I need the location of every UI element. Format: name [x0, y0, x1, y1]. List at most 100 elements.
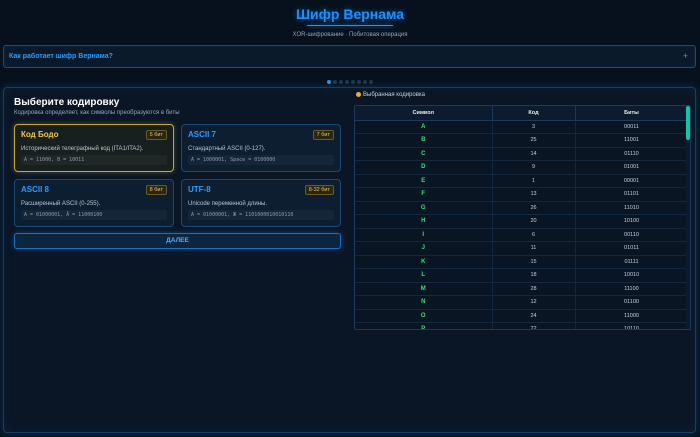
- step-dot[interactable]: [351, 80, 355, 84]
- bits-cell: 01011: [575, 241, 689, 256]
- symbol-cell: A: [355, 120, 493, 134]
- next-button[interactable]: ДАЛЕЕ: [14, 233, 341, 249]
- column-header-bits: Биты: [575, 106, 689, 121]
- symbol-cell: K: [355, 255, 493, 269]
- step-dot[interactable]: [339, 80, 343, 84]
- plus-icon[interactable]: +: [683, 51, 688, 61]
- card-example: A = 01000001, Ж = 1101000010010110: [188, 210, 334, 220]
- step-dot[interactable]: [369, 80, 373, 84]
- code-cell: 24: [492, 309, 576, 323]
- code-cell: 13: [492, 187, 576, 202]
- bits-cell: 01111: [575, 255, 689, 269]
- code-cell: 22: [492, 322, 576, 329]
- symbol-cell: E: [355, 174, 493, 188]
- bits-cell: 00011: [575, 120, 689, 134]
- code-cell: 14: [492, 147, 576, 161]
- bit-badge: 7 бит: [312, 130, 334, 140]
- encoding-card-ascii8[interactable]: ASCII 8 8 бит Расширенный ASCII (0-255).…: [14, 179, 174, 227]
- table-row: J 11 01011: [355, 241, 689, 256]
- symbol-cell: G: [355, 201, 493, 215]
- symbol-cell: B: [355, 133, 493, 148]
- step-dot[interactable]: [327, 80, 331, 84]
- table-scrollbar[interactable]: [686, 106, 690, 329]
- table-row: I 6 00110: [355, 228, 689, 242]
- code-cell: 1: [492, 174, 576, 188]
- bit-badge: 8-32 бит: [304, 185, 334, 195]
- code-cell: 26: [492, 201, 576, 215]
- table-row: C 14 01110: [355, 147, 689, 161]
- table-row: L 18 10010: [355, 268, 689, 283]
- column-header-code: Код: [492, 106, 576, 121]
- table-row: G 26 11010: [355, 201, 689, 215]
- accordion-label: Как работает шифр Вернама?: [9, 53, 113, 60]
- table-row: E 1 00001: [355, 174, 689, 188]
- symbol-cell: D: [355, 160, 493, 175]
- step-dot[interactable]: [345, 80, 349, 84]
- card-example: A = 1000001, Space = 0100000: [188, 155, 334, 165]
- code-cell: 18: [492, 268, 576, 283]
- symbol-cell: C: [355, 147, 493, 161]
- table-row: M 28 11100: [355, 282, 689, 296]
- column-header-symbol: Символ: [355, 106, 493, 121]
- symbol-cell: M: [355, 282, 493, 296]
- code-cell: 6: [492, 228, 576, 242]
- symbol-cell: H: [355, 214, 493, 229]
- table-row: A 3 00011: [355, 120, 689, 134]
- symbol-cell: O: [355, 309, 493, 323]
- main-panel: Выберите кодировку Кодировка определяет,…: [3, 87, 696, 433]
- legend-label: Выбранная кодировка: [363, 92, 426, 98]
- scroll-thumb[interactable]: [686, 106, 690, 140]
- card-description: Unicode переменной длины.: [188, 201, 268, 207]
- card-example: A = 11000, B = 10011: [21, 155, 167, 165]
- encoding-card-utf8[interactable]: UTF-8 8-32 бит Unicode переменной длины.…: [181, 179, 341, 227]
- table-row: B 25 11001: [355, 133, 689, 148]
- table-header-row: Символ Код Биты: [355, 106, 689, 121]
- symbol-cell: L: [355, 268, 493, 283]
- symbol-cell: P: [355, 322, 493, 329]
- code-cell: 12: [492, 295, 576, 310]
- card-description: Стандартный ASCII (0-127).: [188, 146, 266, 152]
- table-row: O 24 11000: [355, 309, 689, 323]
- code-cell: 3: [492, 120, 576, 134]
- table-legend: Выбранная кодировка: [356, 92, 425, 98]
- card-description: Расширенный ASCII (0-255).: [21, 201, 101, 207]
- bits-cell: 11001: [575, 133, 689, 148]
- bits-cell: 11000: [575, 309, 689, 323]
- step-dot[interactable]: [363, 80, 367, 84]
- section-subtitle: Кодировка определяет, как символы преобр…: [14, 110, 180, 116]
- bits-cell: 10010: [575, 268, 689, 283]
- symbol-cell: J: [355, 241, 493, 256]
- encoding-card-ascii7[interactable]: ASCII 7 7 бит Стандартный ASCII (0-127).…: [181, 124, 341, 172]
- table-row: F 13 01101: [355, 187, 689, 202]
- page-subtitle: XOR-шифрование · Побитовая операция: [292, 32, 408, 38]
- step-indicator: [0, 80, 700, 84]
- bits-cell: 00110: [575, 228, 689, 242]
- bits-cell: 11100: [575, 282, 689, 296]
- bits-cell: 01101: [575, 187, 689, 202]
- bits-cell: 00001: [575, 174, 689, 188]
- table-row: N 12 01100: [355, 295, 689, 310]
- symbol-cell: N: [355, 295, 493, 310]
- code-cell: 25: [492, 133, 576, 148]
- card-example: A = 01000001, Ä = 11000100: [21, 210, 167, 220]
- table-row: D 9 01001: [355, 160, 689, 175]
- bit-badge: 8 бит: [145, 185, 167, 195]
- bits-cell: 11010: [575, 201, 689, 215]
- code-cell: 28: [492, 282, 576, 296]
- step-dot[interactable]: [357, 80, 361, 84]
- code-cell: 15: [492, 255, 576, 269]
- bits-cell: 01100: [575, 295, 689, 310]
- page-title: Шифр Вернама: [295, 6, 404, 22]
- bits-cell: 10110: [575, 322, 689, 329]
- title-underline: [307, 25, 393, 26]
- code-cell: 20: [492, 214, 576, 229]
- how-it-works-accordion[interactable]: Как работает шифр Вернама? +: [3, 45, 696, 68]
- encoding-table[interactable]: Символ Код Биты A 3 00011 B 25 11001 C 14 01110 D…: [354, 105, 691, 330]
- legend-dot-icon: [356, 92, 361, 97]
- bits-cell: 01110: [575, 147, 689, 161]
- encoding-card-baudot[interactable]: Код Бодо 5 бит Исторический телеграфный …: [14, 124, 174, 172]
- section-title: Выберите кодировку: [14, 97, 120, 108]
- bits-cell: 01001: [575, 160, 689, 175]
- step-dot[interactable]: [333, 80, 337, 84]
- code-cell: 11: [492, 241, 576, 256]
